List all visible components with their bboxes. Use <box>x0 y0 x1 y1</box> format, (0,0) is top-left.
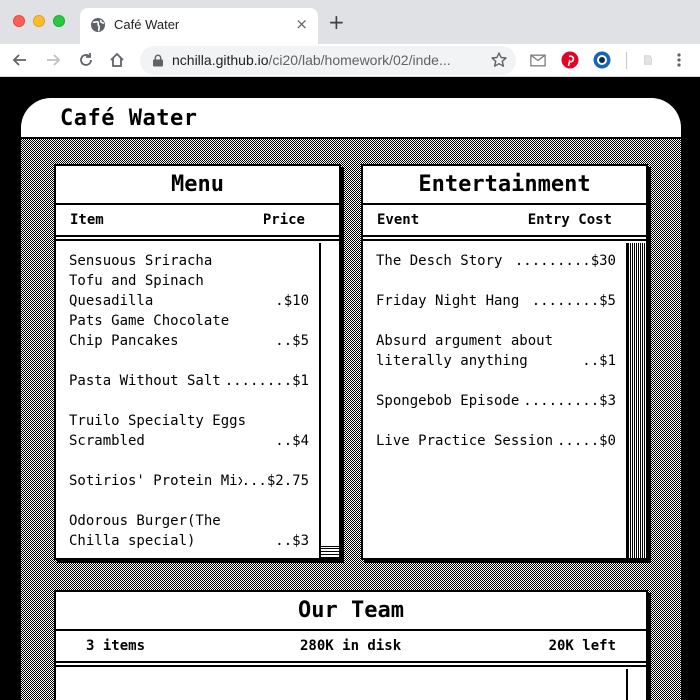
reload-button[interactable] <box>73 47 99 73</box>
entertainment-item: Spongebob Episode .........$3 <box>376 391 616 411</box>
team-panel: Our Team 3 items 280K in disk 20K left <box>54 590 648 700</box>
entertainment-item-name: Absurd argument about literally anything <box>376 333 554 369</box>
window-close-button[interactable] <box>13 15 25 27</box>
forward-button[interactable] <box>40 47 66 73</box>
menu-panel: Menu Item Price Sensuous Sriracha Tofu a… <box>54 164 341 560</box>
menu-item-price: ..$5 <box>275 331 309 351</box>
entertainment-item: Friday Night Hang ........$5 <box>376 291 616 311</box>
mail-extension-icon[interactable] <box>527 49 549 71</box>
window-maximize-button[interactable] <box>53 15 65 27</box>
home-button[interactable] <box>104 47 130 73</box>
team-items-count: 3 items <box>86 638 146 654</box>
new-tab-button[interactable]: + <box>328 12 345 32</box>
entertainment-item: The Desch Story .........$30 <box>376 251 616 271</box>
entertainment-item-cost: ........$5 <box>531 291 616 311</box>
menu-item: Sensuous Sriracha Tofu and Spinach Quesa… <box>69 251 309 311</box>
entertainment-list: The Desch Story .........$30 Friday Nigh… <box>363 243 624 558</box>
window-minimize-button[interactable] <box>33 15 45 27</box>
browser-tab-strip: Café Water × + <box>0 0 700 44</box>
menu-item: Odorous Burger(The Chilla special) ..$3 <box>69 511 309 551</box>
bookmark-star-icon[interactable] <box>490 51 508 69</box>
entertainment-col-event: Event <box>377 212 420 228</box>
menu-item-name: Odorous Burger(The Chilla special) <box>69 513 221 549</box>
reload-icon <box>80 53 92 66</box>
team-space-left: 20K left <box>548 638 616 654</box>
browser-tab[interactable]: Café Water × <box>80 8 318 44</box>
menu-col-price: Price <box>262 212 305 228</box>
menu-item: Truilo Specialty Eggs Scrambled ..$4 <box>69 411 309 451</box>
entertainment-item-cost: ..$1 <box>582 351 616 371</box>
entertainment-item: Absurd argument about literally anything… <box>376 331 616 371</box>
window-title-bar: Café Water <box>21 98 681 139</box>
menu-item: Pats Game Chocolate Chip Pancakes ..$5 <box>69 311 309 351</box>
menu-item: Sotirios' Protein Mix ...$2.75 <box>69 471 309 491</box>
menu-item-name: Truilo Specialty Eggs Scrambled <box>69 413 247 449</box>
url-path: /ci20/lab/homework/02/inde... <box>268 52 451 68</box>
pinterest-extension-icon[interactable] <box>559 49 581 71</box>
entertainment-item-cost: .........$30 <box>514 251 616 271</box>
extension-icon[interactable] <box>637 49 659 71</box>
team-disk-usage: 280K in disk <box>300 638 402 654</box>
menu-item-name: Sensuous Sriracha Tofu and Spinach Quesa… <box>69 253 213 309</box>
entertainment-scrollbar[interactable] <box>626 243 646 558</box>
menu-header: Menu <box>56 166 339 205</box>
menu-scroll-thumb[interactable] <box>321 243 339 551</box>
entertainment-item: Live Practice Session .....$0 <box>376 431 616 451</box>
home-icon <box>110 52 124 67</box>
menu-column-headers: Item Price <box>56 205 339 241</box>
menu-title: Menu <box>171 172 224 197</box>
url-text: nchilla.github.io/ci20/lab/homework/02/i… <box>172 52 451 68</box>
browser-toolbar: nchilla.github.io/ci20/lab/homework/02/i… <box>0 44 700 77</box>
team-scrollbar[interactable] <box>626 669 646 700</box>
lock-icon <box>153 54 163 67</box>
menu-item-price: ...$2.75 <box>241 471 309 491</box>
team-header: Our Team <box>56 592 646 631</box>
entertainment-item-cost: .........$3 <box>523 391 616 411</box>
entertainment-col-cost: Entry Cost <box>527 212 612 228</box>
menu-col-item: Item <box>70 212 104 228</box>
window-title: Café Water <box>60 106 198 131</box>
team-status-bar: 3 items 280K in disk 20K left <box>56 631 646 667</box>
toolbar-separator <box>626 52 627 69</box>
page-viewport: Café Water Menu Item Price Sensuous Srir… <box>0 78 700 700</box>
menu-item-price: .$10 <box>275 291 309 311</box>
menu-resize-box[interactable] <box>321 546 339 558</box>
address-bar[interactable]: nchilla.github.io/ci20/lab/homework/02/i… <box>140 46 516 75</box>
entertainment-title: Entertainment <box>418 172 591 197</box>
retro-window: Café Water Menu Item Price Sensuous Srir… <box>21 98 681 700</box>
menu-list: Sensuous Sriracha Tofu and Spinach Quesa… <box>56 243 317 558</box>
menu-scrollbar[interactable] <box>319 243 339 558</box>
more-menu-icon[interactable] <box>668 49 690 71</box>
url-host: nchilla.github.io <box>172 52 269 68</box>
back-button[interactable] <box>7 47 33 73</box>
menu-item-name: Pats Game Chocolate Chip Pancakes <box>69 313 230 349</box>
entertainment-header: Entertainment <box>363 166 646 205</box>
menu-item-price: ..$4 <box>275 431 309 451</box>
team-title: Our Team <box>298 598 404 623</box>
forward-arrow-icon <box>47 54 61 66</box>
back-arrow-icon <box>12 54 26 66</box>
menu-item-price: ..$3 <box>275 531 309 551</box>
globe-icon <box>91 18 105 32</box>
tab-close-icon[interactable]: × <box>295 15 308 33</box>
menu-item-price: ........$1 <box>224 371 309 391</box>
entertainment-panel: Entertainment Event Entry Cost The Desch… <box>361 164 648 560</box>
menu-item: Pasta Without Salt ........$1 <box>69 371 309 391</box>
eye-extension-icon[interactable] <box>591 49 613 71</box>
entertainment-column-headers: Event Entry Cost <box>363 205 646 241</box>
tab-title: Café Water <box>114 17 180 32</box>
entertainment-item-cost: .....$0 <box>556 431 616 451</box>
